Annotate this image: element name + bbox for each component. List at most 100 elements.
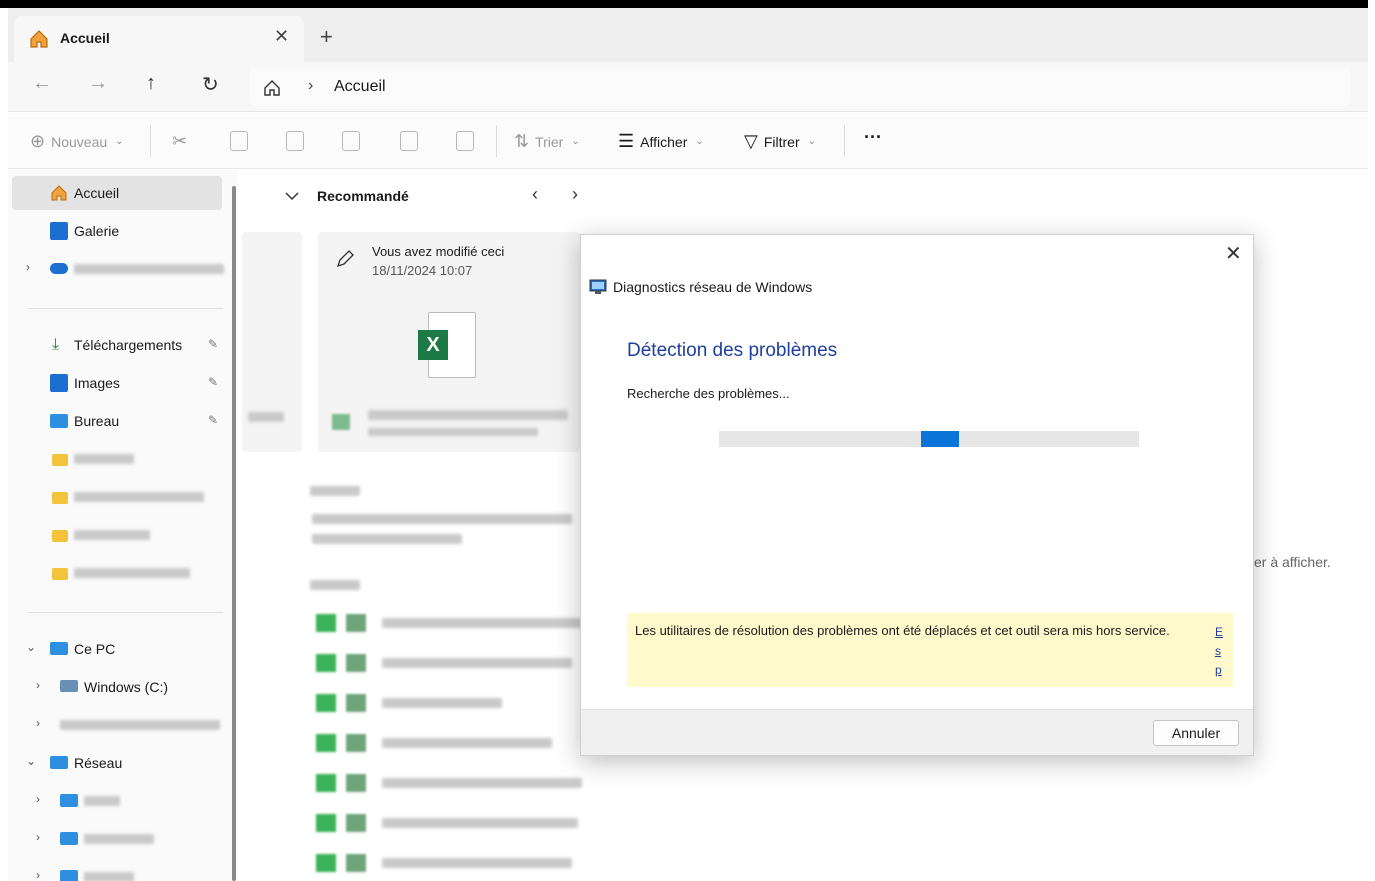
cancel-button[interactable]: Annuler (1153, 720, 1239, 746)
recommended-card[interactable]: Vous avez modifié ceci 18/11/2024 10:07 … (318, 232, 580, 452)
sidebar-item-windows-c[interactable]: › Windows (C:) (12, 670, 222, 704)
progress-bar (719, 431, 1139, 447)
more-options-button[interactable]: ··· (864, 127, 882, 148)
folder-icon (52, 454, 68, 466)
recommended-header[interactable]: Recommandé (317, 188, 409, 204)
notice-text: Les utilitaires de résolution des problè… (635, 623, 1170, 638)
dialog-title: Diagnostics réseau de Windows (613, 279, 813, 295)
close-icon[interactable]: ✕ (1225, 241, 1242, 266)
desktop-icon (50, 414, 68, 428)
chevron-right-icon: › (36, 792, 40, 806)
filter-button[interactable]: ▽ Filtrer ⌄ (744, 131, 816, 152)
sidebar-item-galerie[interactable]: Galerie (12, 214, 222, 248)
computer-icon (50, 642, 68, 655)
sidebar-item-accueil[interactable]: Accueil (12, 176, 222, 210)
card-date: 18/11/2024 10:07 (372, 263, 473, 278)
sidebar-item-folder[interactable] (12, 556, 222, 590)
blurred-label (84, 796, 120, 806)
network-icon (50, 756, 68, 769)
sort-label: Trier (535, 133, 564, 150)
previous-icon[interactable]: ‹ (532, 184, 538, 205)
sidebar-item-onedrive[interactable]: › (12, 252, 224, 286)
dialog-heading: Détection des problèmes (627, 340, 838, 361)
sidebar-item-label: Accueil (74, 185, 120, 201)
sidebar-item-ce-pc[interactable]: ⌄ Ce PC (12, 632, 222, 666)
top-black-border (0, 0, 1375, 8)
computer-icon (60, 870, 78, 881)
chevron-right-icon: › (36, 678, 40, 692)
sidebar-item-label: Galerie (74, 223, 120, 239)
sidebar-item-label: Ce PC (74, 641, 116, 657)
sidebar-item-telechargements[interactable]: ⤓ Téléchargements ✎ (12, 328, 222, 362)
tab-bar: Accueil ✕ + (8, 8, 1368, 62)
sidebar-scrollbar[interactable] (232, 186, 236, 881)
next-icon[interactable]: › (572, 184, 578, 205)
copy-icon[interactable] (230, 131, 248, 151)
chevron-down-icon[interactable] (284, 190, 300, 202)
tab-accueil[interactable]: Accueil ✕ (14, 16, 304, 62)
sidebar-item-reseau[interactable]: ⌄ Réseau (12, 746, 222, 780)
sidebar-item-drive[interactable]: › (12, 708, 222, 742)
folder-icon (52, 568, 68, 580)
tab-label: Accueil (60, 30, 110, 46)
share-icon[interactable] (400, 131, 418, 151)
empty-state-text: er à afficher. (1254, 554, 1331, 570)
breadcrumb-separator[interactable]: › (308, 77, 313, 95)
notice-link[interactable]: E s p (1215, 623, 1225, 680)
file-icon (332, 414, 350, 430)
sidebar-item-network-pc[interactable]: › (12, 822, 222, 856)
blurred-label (312, 534, 462, 544)
blurred-label (60, 720, 220, 730)
download-icon: ⤓ (52, 336, 60, 353)
view-icon: ☰ (618, 131, 635, 151)
blurred-label (74, 568, 190, 578)
sidebar-item-bureau[interactable]: Bureau ✎ (12, 404, 222, 438)
rename-icon[interactable] (342, 131, 360, 151)
sort-icon: ⇅ (514, 131, 530, 151)
blurred-label (74, 530, 150, 540)
chevron-down-icon: ⌄ (115, 136, 124, 147)
progress-indicator (921, 431, 959, 447)
images-icon (50, 374, 68, 392)
refresh-button[interactable]: ↻ (202, 72, 219, 97)
sidebar-item-folder[interactable] (12, 518, 222, 552)
new-button[interactable]: ⊕ Nouveau ⌄ (30, 131, 124, 152)
pin-icon[interactable]: ✎ (208, 413, 218, 427)
breadcrumb[interactable]: Accueil (334, 78, 386, 96)
chevron-right-icon: › (36, 830, 40, 844)
sidebar-item-network-pc[interactable]: › (12, 860, 222, 881)
navigation-bar: ← → ↑ ↻ › Accueil (8, 62, 1368, 112)
sidebar-divider (28, 308, 223, 309)
view-button[interactable]: ☰ Afficher ⌄ (618, 131, 704, 152)
address-bar[interactable]: › Accueil (250, 68, 1350, 106)
sidebar-item-folder[interactable] (12, 480, 222, 514)
close-tab-icon[interactable]: ✕ (274, 26, 289, 47)
sidebar-item-network-pc[interactable]: › (12, 784, 222, 818)
cut-icon[interactable]: ✂ (172, 131, 187, 152)
new-tab-button[interactable]: + (320, 24, 333, 50)
sidebar-item-label: Images (74, 375, 120, 391)
pin-icon[interactable]: ✎ (208, 375, 218, 389)
blurred-label (310, 486, 360, 496)
view-label: Afficher (640, 133, 688, 150)
chevron-down-icon: ⌄ (26, 640, 37, 654)
home-icon[interactable] (262, 78, 282, 98)
home-icon (30, 30, 48, 48)
new-label: Nouveau (51, 133, 108, 150)
recommended-card[interactable] (242, 232, 302, 452)
chevron-down-icon: ⌄ (26, 754, 37, 768)
sort-button[interactable]: ⇅ Trier ⌄ (514, 131, 580, 152)
up-button[interactable]: ↑ (146, 72, 156, 95)
network-diagnostics-dialog: ✕ Diagnostics réseau de Windows Détectio… (580, 234, 1254, 756)
chevron-right-icon: › (26, 260, 30, 274)
forward-button[interactable]: → (88, 72, 108, 95)
chevron-down-icon: ⌄ (571, 136, 580, 147)
sidebar-item-folder[interactable] (12, 442, 222, 476)
chevron-right-icon: › (36, 716, 40, 730)
delete-icon[interactable] (456, 131, 474, 151)
back-button[interactable]: ← (32, 72, 52, 95)
paste-icon[interactable] (286, 131, 304, 151)
blurred-label (74, 454, 134, 464)
pin-icon[interactable]: ✎ (208, 337, 218, 351)
sidebar-item-images[interactable]: Images ✎ (12, 366, 222, 400)
